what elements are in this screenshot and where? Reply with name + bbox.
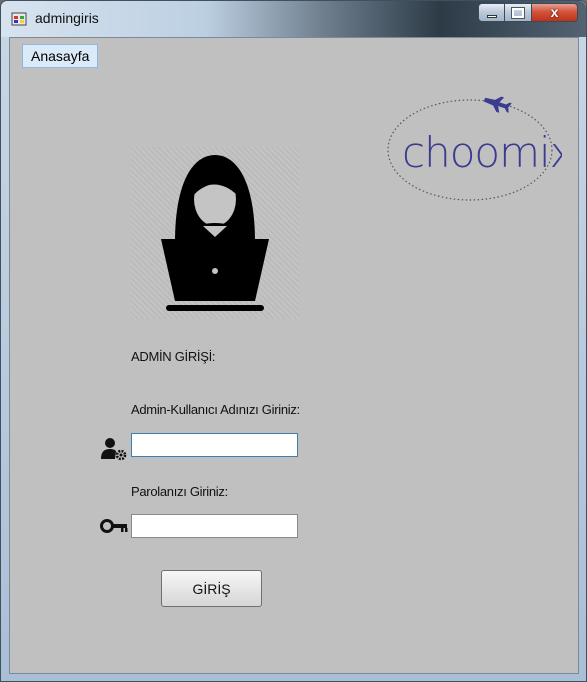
app-window: admingiris x Anasayfa choomix ADMİN GİRİ… <box>0 0 587 682</box>
window-title: admingiris <box>35 10 99 26</box>
menu-bar: Anasayfa <box>10 38 578 68</box>
app-icon <box>11 12 27 26</box>
admin-login-heading: ADMİN GİRİŞİ: <box>131 349 216 364</box>
title-bar[interactable]: admingiris x <box>1 1 586 37</box>
close-icon: x <box>550 4 559 20</box>
username-input[interactable] <box>131 433 298 457</box>
woman-at-laptop-icon <box>161 155 269 311</box>
choomix-logo: choomix <box>387 96 562 201</box>
maximize-button[interactable] <box>505 3 532 22</box>
login-button[interactable]: GİRİŞ <box>161 570 262 607</box>
password-input[interactable] <box>131 514 298 538</box>
minimize-icon <box>487 15 497 18</box>
logo-text: choomix <box>402 128 562 177</box>
password-label: Parolanızı Giriniz: <box>131 484 228 499</box>
close-button[interactable]: x <box>532 3 578 22</box>
minimize-button[interactable] <box>478 3 505 22</box>
username-label: Admin-Kullanıcı Adınızı Giriniz: <box>131 402 300 417</box>
window-controls: x <box>478 3 578 22</box>
admin-avatar <box>131 147 299 319</box>
key-icon <box>100 519 128 533</box>
maximize-icon <box>511 7 525 19</box>
form-client-area: Anasayfa choomix ADMİN GİRİŞİ: Admin-Kul… <box>9 37 579 674</box>
airplane-icon <box>483 96 512 113</box>
user-gear-icon <box>101 438 127 461</box>
menu-item-anasayfa[interactable]: Anasayfa <box>22 44 99 68</box>
